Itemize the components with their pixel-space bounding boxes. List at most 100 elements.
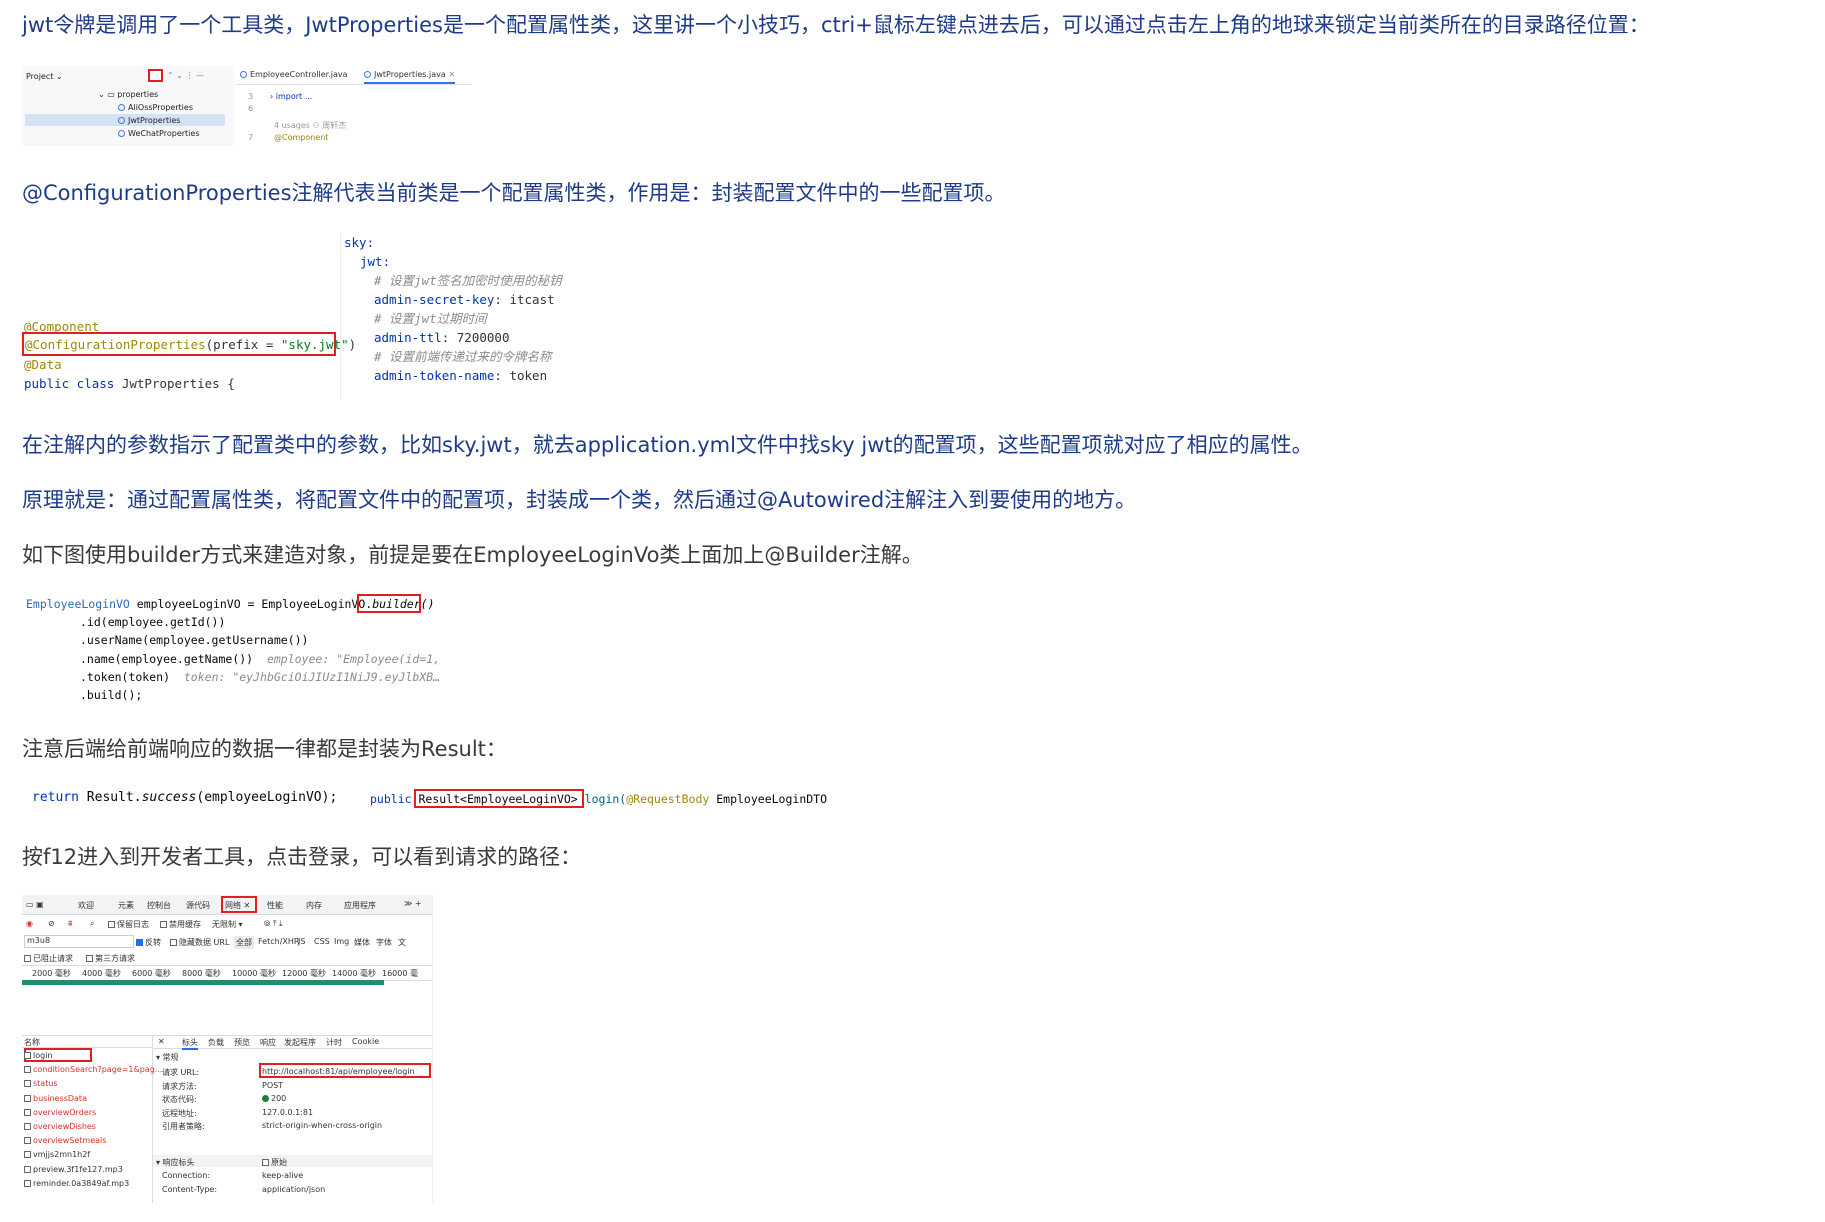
record-icon[interactable]: ◉: [26, 919, 33, 928]
row-checkbox[interactable]: [24, 1052, 31, 1059]
project-label: Project ⌄: [26, 72, 63, 81]
row-checkbox[interactable]: [24, 1123, 31, 1130]
row-checkbox[interactable]: [24, 1165, 31, 1173]
detail-tab[interactable]: Cookie: [352, 1037, 379, 1046]
code-component: @Component: [274, 133, 329, 142]
tab-sources[interactable]: 源代码: [186, 900, 210, 911]
tab-application[interactable]: 应用程序: [344, 900, 376, 911]
class-icon: [118, 130, 125, 137]
builder-line-3: .userName(employee.getUsername()): [80, 633, 309, 647]
general-key: 状态代码:: [162, 1095, 197, 1104]
folder-icon: ▭: [107, 90, 115, 99]
request-row[interactable]: reminder.0a3849af.mp3: [24, 1179, 129, 1188]
request-row[interactable]: conditionSearch?page=1&pag...: [24, 1065, 162, 1074]
tree-item-alioss[interactable]: AliOssProperties: [118, 103, 193, 112]
return-line: return Result.success(employeeLoginVO);: [32, 790, 338, 805]
general-value: http://localhost:81/api/employee/login: [262, 1067, 415, 1076]
tab-jwt-properties[interactable]: JwtProperties.java ✕: [364, 70, 456, 84]
filter-fetch-xhr[interactable]: Fetch/XHR: [258, 937, 299, 946]
blocked-requests-checkbox[interactable]: 已阻止请求: [24, 953, 73, 964]
tab-elements[interactable]: 元素: [118, 900, 134, 911]
timeline-tick: 2000 毫秒: [32, 969, 71, 978]
row-checkbox[interactable]: [24, 1108, 31, 1116]
detail-tab[interactable]: 响应: [260, 1037, 276, 1048]
row-checkbox[interactable]: [24, 1080, 31, 1088]
filter-hide-data-url[interactable]: 隐藏数据 URL: [170, 937, 229, 948]
tab-welcome[interactable]: 欢迎: [78, 900, 94, 911]
throttle-select[interactable]: 无限制 ▾: [212, 919, 243, 930]
clear-icon[interactable]: ⊘: [48, 919, 55, 928]
preserve-log-checkbox[interactable]: 保留日志: [108, 919, 149, 930]
general-section-label[interactable]: ▾ 常规: [156, 1052, 179, 1063]
tab-console[interactable]: 控制台: [147, 900, 171, 911]
row-checkbox[interactable]: [24, 1094, 31, 1102]
request-row[interactable]: status: [24, 1079, 58, 1088]
result-type-highlight: [414, 789, 584, 808]
request-row[interactable]: vmjjs2mn1h2f: [24, 1150, 90, 1159]
request-row[interactable]: preview.3f1fe127.mp3: [24, 1165, 123, 1174]
tab-employee-controller[interactable]: EmployeeController.java: [240, 70, 348, 79]
request-name: businessData: [33, 1093, 87, 1103]
request-row[interactable]: login: [24, 1051, 53, 1060]
row-checkbox[interactable]: [24, 1066, 31, 1074]
annotation-data: @Data: [24, 357, 62, 372]
detail-tab[interactable]: 预览: [234, 1037, 250, 1048]
general-value: strict-origin-when-cross-origin: [262, 1121, 383, 1130]
tree-item-wechat[interactable]: WeChatProperties: [118, 129, 200, 138]
close-icon[interactable]: ✕: [448, 70, 455, 79]
tab-performance[interactable]: 性能: [267, 900, 283, 911]
request-row[interactable]: overviewDishes: [24, 1122, 96, 1131]
builder-line-4: .name(employee.getName()) employee: "Emp…: [80, 652, 441, 666]
tree-item-jwt[interactable]: JwtProperties: [118, 116, 180, 125]
raw-checkbox[interactable]: 原始: [262, 1157, 287, 1168]
filter-all[interactable]: 全部: [234, 936, 254, 949]
class-icon: [118, 117, 125, 124]
yaml-jwt: jwt:: [360, 254, 391, 269]
tab-memory[interactable]: 内存: [306, 900, 322, 911]
row-checkbox[interactable]: [24, 1137, 31, 1145]
class-icon: [240, 71, 247, 78]
request-row[interactable]: businessData: [24, 1094, 87, 1103]
filter-input[interactable]: m3u8: [24, 935, 134, 948]
device-icon[interactable]: ▭ ▣: [26, 900, 44, 909]
detail-tab[interactable]: 计时: [326, 1037, 342, 1048]
response-headers-label[interactable]: ▾ 响应标头: [156, 1157, 195, 1168]
filter-media[interactable]: 媒体: [354, 937, 370, 948]
tree-folder-properties[interactable]: ⌄ ▭ properties: [98, 90, 158, 99]
locate-file-icon-highlight[interactable]: [148, 69, 163, 82]
gutter-line-6: 6: [248, 104, 254, 113]
filter-img[interactable]: Img: [334, 937, 349, 946]
response-key: Content-Type:: [162, 1184, 218, 1194]
detail-close-icon[interactable]: ✕: [158, 1037, 165, 1046]
filter-font[interactable]: 字体: [376, 937, 392, 948]
yaml-token-name: admin-token-name: token: [374, 368, 548, 383]
paragraph-principle: 原理就是：通过配置属性类，将配置文件中的配置项，封装成一个类，然后通过@Auto…: [22, 488, 1137, 512]
detail-tab[interactable]: 负载: [208, 1037, 224, 1048]
general-key: 请求方法:: [162, 1081, 197, 1091]
list-top-border: [22, 1035, 432, 1036]
gutter-line-3: 3: [248, 92, 254, 101]
more-tabs-icon[interactable]: ≫ +: [404, 899, 422, 908]
disable-cache-checkbox[interactable]: 禁用缓存: [160, 919, 201, 930]
request-row[interactable]: overviewSetmeals: [24, 1136, 106, 1145]
filter-invert[interactable]: 反转: [136, 937, 161, 948]
request-row[interactable]: overviewOrders: [24, 1108, 96, 1117]
third-party-checkbox[interactable]: 第三方请求: [86, 953, 135, 964]
filter-doc[interactable]: 文: [398, 937, 406, 948]
detail-tab[interactable]: 发起程序: [284, 1037, 316, 1048]
config-code-screenshot: @Component @ConfigurationProperties(pref…: [22, 232, 582, 400]
row-checkbox[interactable]: [24, 1179, 31, 1187]
row-checkbox[interactable]: [24, 1151, 31, 1159]
search-icon[interactable]: ⌕: [90, 919, 94, 929]
class-declaration: public class JwtProperties {: [24, 376, 235, 391]
detail-tab[interactable]: 标头: [182, 1037, 198, 1050]
filter-js[interactable]: JS: [298, 937, 305, 946]
filter-icon[interactable]: ⩩: [68, 919, 72, 929]
annotation-configuration-properties: @ConfigurationProperties(prefix = "sky.j…: [25, 337, 357, 352]
paragraph-f12: 按f12进入到开发者工具，点击登录，可以看到请求的路径：: [22, 845, 582, 869]
builder-line-6: .build();: [80, 688, 143, 702]
yaml-ttl: admin-ttl: 7200000: [374, 330, 510, 345]
divider: [340, 232, 341, 400]
filter-css[interactable]: CSS: [314, 937, 330, 946]
wifi-icon[interactable]: ⦾ ⤒ ⤓: [264, 919, 283, 929]
